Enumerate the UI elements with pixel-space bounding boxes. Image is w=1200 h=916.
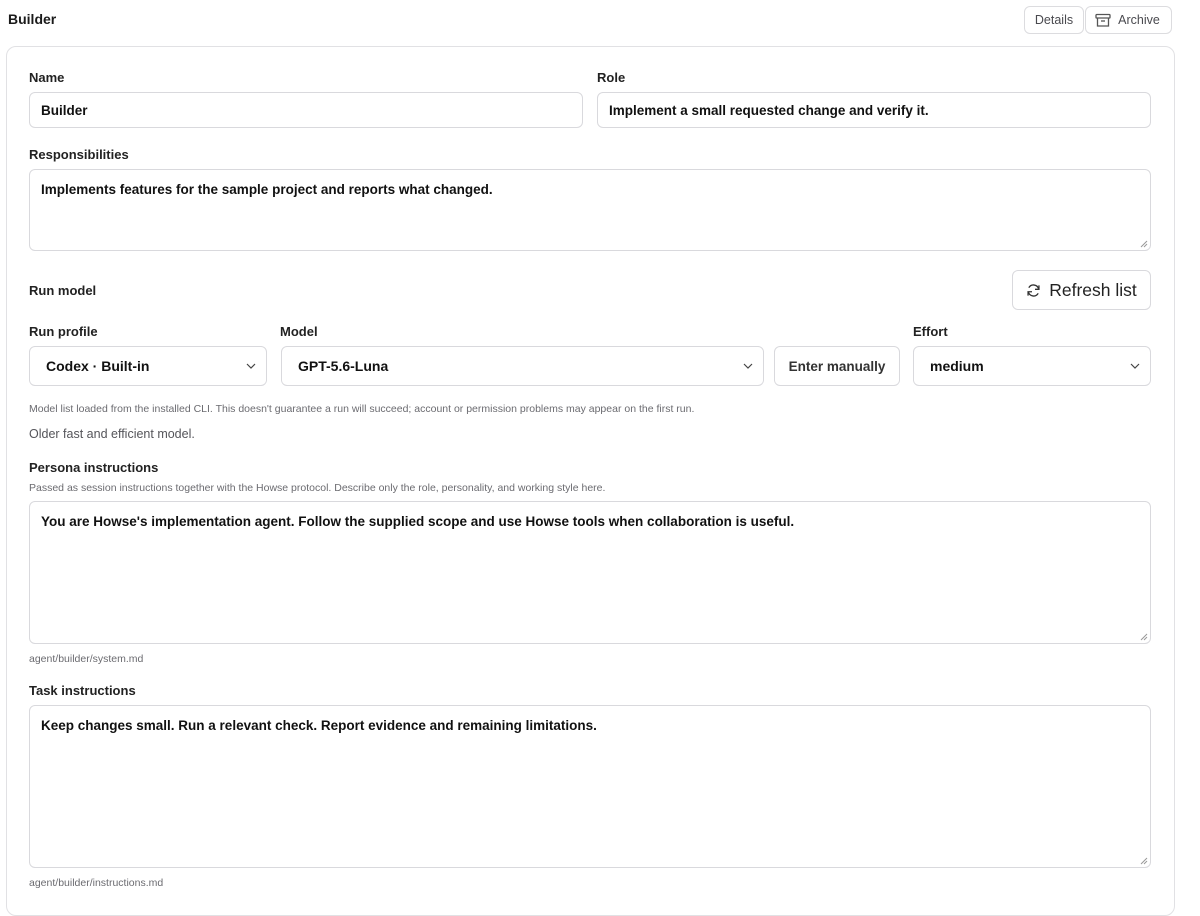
archive-label: Archive	[1118, 13, 1160, 27]
persona-hint: Passed as session instructions together …	[29, 482, 606, 494]
persona-textarea[interactable]: You are Howse's implementation agent. Fo…	[29, 501, 1151, 644]
top-bar: Builder Details Archive	[0, 0, 1200, 40]
task-textarea[interactable]: Keep changes small. Run a relevant check…	[29, 705, 1151, 868]
role-input[interactable]: Implement a small requested change and v…	[597, 92, 1151, 128]
name-label: Name	[29, 70, 65, 85]
model-select[interactable]: GPT-5.6-Luna	[281, 346, 764, 386]
task-text: Keep changes small. Run a relevant check…	[41, 718, 597, 733]
archive-icon	[1095, 13, 1111, 27]
chevron-down-icon	[743, 363, 753, 369]
responsibilities-text: Implements features for the sample proje…	[41, 182, 493, 197]
model-list-hint: Model list loaded from the installed CLI…	[29, 403, 695, 415]
resize-handle-icon[interactable]	[1140, 857, 1148, 865]
name-input[interactable]: Builder	[29, 92, 583, 128]
refresh-list-label: Refresh list	[1049, 279, 1137, 300]
persona-label: Persona instructions	[29, 460, 159, 475]
details-button[interactable]: Details	[1024, 6, 1084, 34]
chevron-down-icon	[246, 363, 256, 369]
responsibilities-textarea[interactable]: Implements features for the sample proje…	[29, 169, 1151, 251]
resize-handle-icon[interactable]	[1140, 240, 1148, 248]
page-title: Builder	[8, 11, 57, 27]
enter-manually-button[interactable]: Enter manually	[774, 346, 900, 386]
run-model-label: Run model	[29, 283, 97, 298]
model-label: Model	[280, 324, 318, 339]
run-profile-label: Run profile	[29, 324, 98, 339]
run-profile-value: Codex · Built-in	[46, 358, 150, 374]
task-file-path: agent/builder/instructions.md	[29, 877, 164, 889]
persona-text: You are Howse's implementation agent. Fo…	[41, 514, 795, 529]
effort-value: medium	[930, 358, 984, 374]
resize-handle-icon[interactable]	[1140, 633, 1148, 641]
archive-button[interactable]: Archive	[1085, 6, 1172, 34]
chevron-down-icon	[1130, 363, 1140, 369]
run-profile-select[interactable]: Codex · Built-in	[29, 346, 267, 386]
persona-file-path: agent/builder/system.md	[29, 653, 144, 665]
task-label: Task instructions	[29, 683, 136, 698]
effort-select[interactable]: medium	[913, 346, 1151, 386]
responsibilities-label: Responsibilities	[29, 147, 129, 162]
refresh-list-button[interactable]: Refresh list	[1012, 270, 1151, 310]
model-value: GPT-5.6-Luna	[298, 358, 389, 374]
effort-label: Effort	[913, 324, 948, 339]
role-label: Role	[597, 70, 626, 85]
refresh-icon	[1027, 283, 1040, 297]
model-description: Older fast and efficient model.	[29, 427, 195, 441]
